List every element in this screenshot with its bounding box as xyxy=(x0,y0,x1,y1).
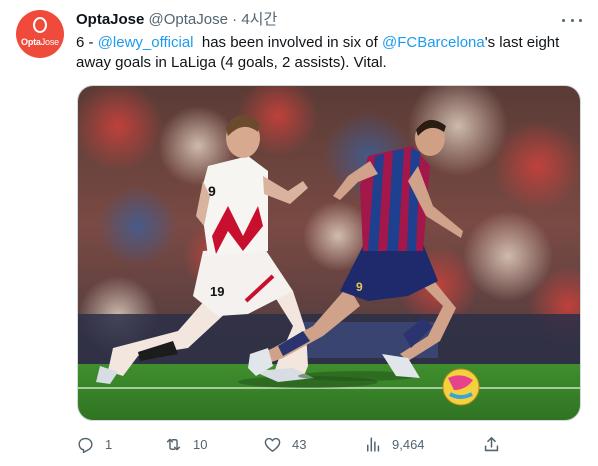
tweet-time[interactable]: 4시간 xyxy=(241,11,277,28)
football-match-photo: 19 9 9 xyxy=(78,86,580,420)
tweet-photo[interactable]: 19 9 9 xyxy=(77,85,581,421)
tweet-card[interactable]: OptaJose OptaJose @OptaJose · 4시간 6 - @l… xyxy=(0,0,598,466)
like-count: 43 xyxy=(292,436,307,452)
more-options-icon[interactable] xyxy=(562,12,582,28)
reply-button[interactable]: 1 xyxy=(76,432,112,456)
reply-icon xyxy=(78,437,93,453)
reply-count: 1 xyxy=(105,436,113,452)
tweet-text-part: 6 - xyxy=(76,34,98,51)
like-button[interactable]: 43 xyxy=(263,432,306,456)
action-bar: 1 10 43 9,464 xyxy=(76,432,506,456)
view-count: 9,464 xyxy=(392,436,425,452)
tweet-text-part: has been involved in six of xyxy=(193,34,382,51)
share-icon xyxy=(484,436,499,451)
avatar[interactable]: OptaJose xyxy=(16,10,64,58)
retweet-icon xyxy=(166,438,181,450)
analytics-bar-icon xyxy=(366,436,380,452)
football xyxy=(442,368,480,406)
mention-lewy[interactable]: @lewy_official xyxy=(98,34,194,51)
mention-fcbarcelona[interactable]: @FCBarcelona xyxy=(382,34,485,51)
tweet-text: 6 - @lewy_official has been involved in … xyxy=(76,33,576,73)
retweet-button[interactable]: 10 xyxy=(164,432,207,456)
shorts-number-right: 9 xyxy=(356,280,363,294)
avatar-logo-text: OptaJose xyxy=(21,37,59,47)
tweet-header: OptaJose @OptaJose · 4시간 xyxy=(76,10,277,30)
shorts-number-left: 19 xyxy=(210,284,224,299)
retweet-count: 10 xyxy=(193,436,208,452)
views-button[interactable]: 9,464 xyxy=(363,432,425,456)
author-name[interactable]: OptaJose xyxy=(76,11,144,28)
separator-dot: · xyxy=(232,11,238,28)
share-button[interactable] xyxy=(482,432,501,456)
opta-logo-icon xyxy=(33,17,47,33)
author-handle[interactable]: @OptaJose xyxy=(149,11,228,28)
heart-icon xyxy=(264,437,281,452)
